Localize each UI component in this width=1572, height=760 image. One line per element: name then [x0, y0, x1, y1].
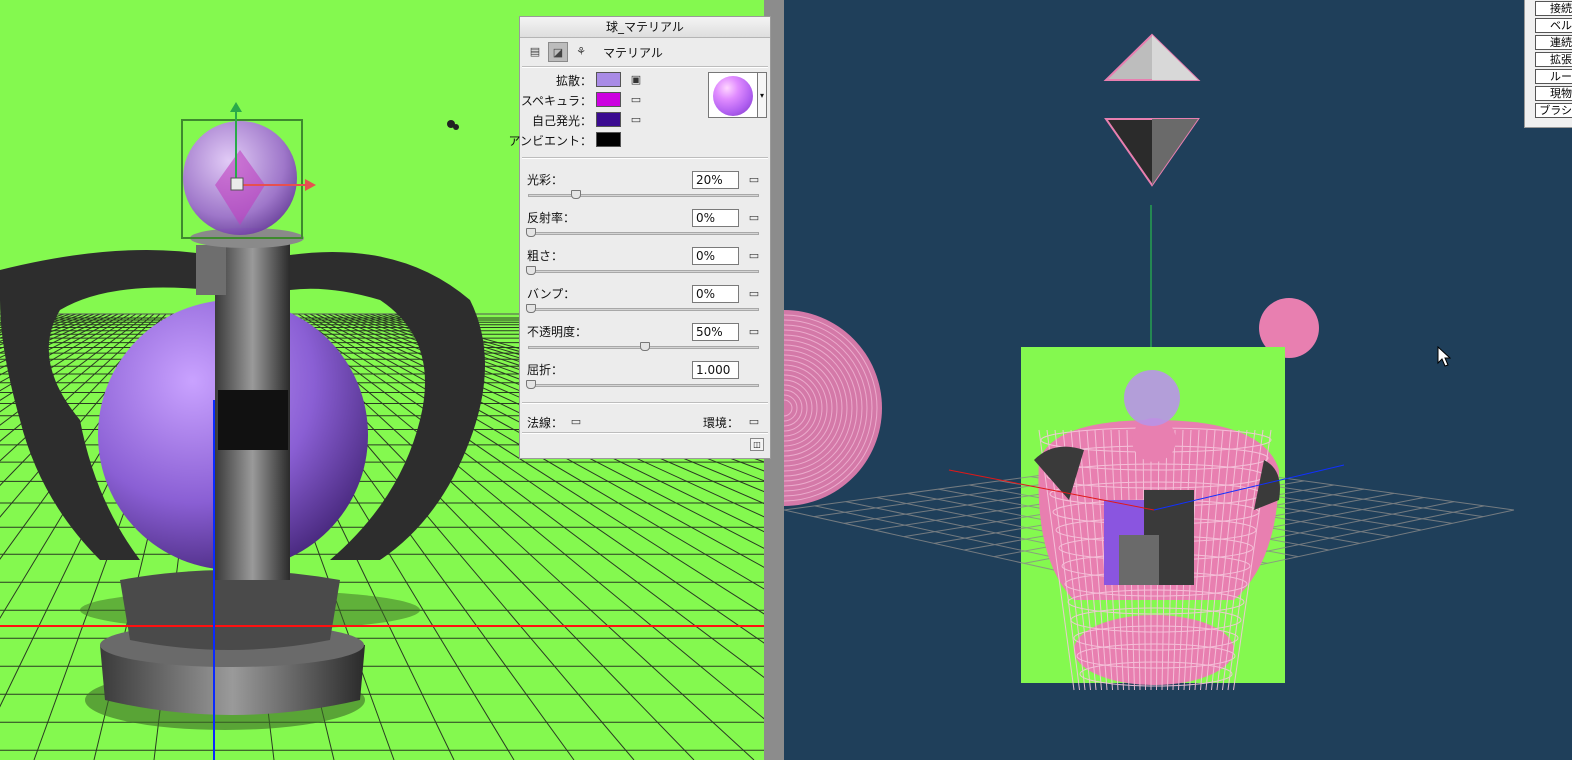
emissive-swatch[interactable]: [596, 112, 621, 127]
refraction-label: 屈折：: [527, 363, 564, 377]
reflectivity-label: 反射率：: [527, 211, 576, 225]
opacity-folder-icon[interactable]: ▭: [746, 325, 762, 339]
opacity-input[interactable]: 50%: [692, 323, 739, 341]
glow-slider[interactable]: [528, 190, 759, 199]
side-menu-item[interactable]: ベル: [1535, 18, 1572, 33]
opacity-slider-thumb[interactable]: [639, 342, 650, 351]
preview-dropdown-icon[interactable]: ▾: [758, 72, 767, 118]
material-preview[interactable]: [708, 72, 758, 118]
reflectivity-input[interactable]: 0%: [692, 209, 739, 227]
side-menu-item[interactable]: ブラシ: [1535, 103, 1572, 118]
viewport-right-scene[interactable]: [784, 0, 1572, 760]
material-tab-label[interactable]: マテリアル: [603, 44, 663, 61]
normal-folder-icon[interactable]: ▭: [568, 415, 584, 429]
ambient-label: アンビエント：: [508, 134, 592, 148]
list-view-icon[interactable]: ▤: [525, 42, 545, 62]
environment-folder-icon[interactable]: ▭: [746, 415, 762, 429]
bump-input[interactable]: 0%: [692, 285, 739, 303]
reflectivity-folder-icon[interactable]: ▭: [746, 211, 762, 225]
side-menu-item[interactable]: 拡張: [1535, 52, 1572, 67]
side-menu-item[interactable]: 接続: [1535, 1, 1572, 16]
diffuse-swatch[interactable]: [596, 72, 621, 87]
separator: [522, 402, 768, 404]
environment-label: 環境：: [703, 416, 740, 430]
opacity-slider[interactable]: [528, 342, 759, 351]
refraction-input[interactable]: 1.000: [692, 361, 739, 379]
material-panel: 球_マテリアル ▤ ◪ ⚘ マテリアル 拡散： ▣ スペキュラ： ▭ 自己発光：…: [508, 16, 771, 459]
side-menu-item[interactable]: 現物: [1535, 86, 1572, 101]
ambient-swatch[interactable]: [596, 132, 621, 147]
normal-label: 法線：: [527, 416, 564, 430]
separator: [522, 66, 768, 68]
roughness-slider[interactable]: [526, 266, 759, 275]
reflectivity-slider[interactable]: [526, 228, 759, 237]
bump-folder-icon[interactable]: ▭: [746, 287, 762, 301]
panel-title: 球_マテリアル: [520, 17, 770, 38]
glow-slider-thumb[interactable]: [571, 190, 582, 199]
roughness-input[interactable]: 0%: [692, 247, 739, 265]
diffuse-texture-icon[interactable]: ▣: [628, 73, 644, 87]
bump-label: バンプ：: [527, 287, 576, 301]
preview-sphere: [713, 76, 753, 116]
roughness-folder-icon[interactable]: ▭: [746, 249, 762, 263]
refraction-slider[interactable]: [526, 380, 759, 389]
app-window: 球_マテリアル ▤ ◪ ⚘ マテリアル 拡散： ▣ スペキュラ： ▭ 自己発光：…: [0, 0, 1572, 760]
bump-slider[interactable]: [526, 304, 759, 313]
glow-folder-icon[interactable]: ▭: [746, 173, 762, 187]
bump-slider-thumb[interactable]: [526, 304, 536, 313]
roughness-slider-thumb[interactable]: [526, 266, 536, 275]
glow-label: 光彩：: [527, 173, 564, 187]
viewport-top-wireframe[interactable]: [784, 0, 1572, 760]
panel-options-icon[interactable]: ◫: [750, 438, 764, 451]
ambient-label-wrap: アンビエント：: [508, 131, 592, 149]
specular-swatch[interactable]: [596, 92, 621, 107]
specular-folder-icon[interactable]: ▭: [628, 93, 644, 107]
material-tab-icon[interactable]: ◪: [548, 42, 568, 62]
emissive-label-wrap: 自己発光：: [520, 111, 592, 129]
separator: [522, 432, 768, 434]
mouse-cursor-icon: [1437, 346, 1451, 367]
side-menu-item[interactable]: 連続: [1535, 35, 1572, 50]
glow-input[interactable]: 20%: [692, 171, 739, 189]
diffuse-label: 拡散：: [555, 74, 592, 88]
texture-tab-icon[interactable]: ⚘: [571, 42, 591, 62]
specular-label-wrap: スペキュラ：: [520, 91, 592, 109]
side-menu: 接続ベル連続拡張ルー現物ブラシ: [1524, 0, 1572, 128]
separator: [522, 157, 768, 159]
roughness-label: 粗さ：: [527, 249, 564, 263]
specular-label: スペキュラ：: [520, 94, 592, 108]
side-menu-item[interactable]: ルー: [1535, 69, 1572, 84]
opacity-label: 不透明度：: [527, 325, 588, 339]
panel-toolbar: ▤ ◪ ⚘ マテリアル: [520, 39, 770, 65]
emissive-folder-icon[interactable]: ▭: [628, 113, 644, 127]
diffuse-label-wrap: 拡散：: [520, 71, 592, 89]
emissive-label: 自己発光：: [531, 114, 592, 128]
reflectivity-slider-thumb[interactable]: [526, 228, 536, 237]
refraction-slider-thumb[interactable]: [526, 380, 536, 389]
